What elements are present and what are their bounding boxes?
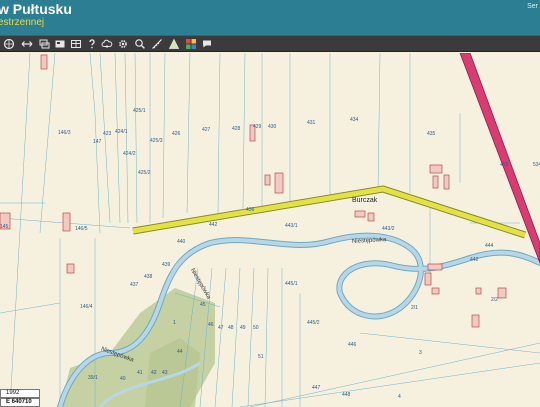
parcel-label: 3: [419, 350, 422, 356]
parcel-label: 39/1: [88, 375, 98, 381]
parcel-label: 455: [500, 162, 509, 168]
parcel-label: 41: [137, 370, 143, 376]
parcel-label: 146/3: [58, 130, 71, 136]
parcel-label: 429: [253, 124, 262, 130]
parcel-label: 442: [470, 257, 479, 263]
parcel-label: 146/4: [80, 304, 93, 310]
parcel-label: 47: [218, 325, 224, 331]
app-subtitle: estrzennej: [0, 17, 45, 28]
parcel-label: 426: [172, 131, 181, 137]
parcel-label: 443/1: [285, 223, 298, 229]
parcel-label: 442: [209, 222, 218, 228]
parcel-label: 48: [228, 325, 234, 331]
parcel-label: 425/3: [150, 138, 163, 144]
parcel-label: 428: [232, 126, 241, 132]
parcel-label: 1: [173, 320, 176, 326]
fit-width-icon[interactable]: [20, 37, 34, 51]
cloud-icon[interactable]: [100, 37, 114, 51]
parcel-label: 46: [208, 322, 214, 328]
coordinate-readout: E 640710: [0, 398, 40, 407]
parcel-label: 425/2: [138, 170, 151, 176]
layers-icon[interactable]: [37, 37, 51, 51]
main-road[interactable]: [459, 53, 540, 264]
parcel-label: 146/5: [75, 226, 88, 232]
parcel-label: 438: [144, 274, 153, 280]
parcel-label: 145: [0, 224, 9, 230]
parcel-label: 431: [307, 120, 316, 126]
header-right-label: Ser: [527, 3, 538, 10]
parcel-label: 44: [177, 349, 183, 355]
parcel-label: 430: [268, 124, 277, 130]
parcel-label: 439: [162, 262, 171, 268]
parcel-label: 434: [350, 117, 359, 123]
parcel-label: 2/2: [491, 297, 498, 303]
speech-bubble-icon[interactable]: [200, 37, 214, 51]
scale-field[interactable]: 1992: [0, 389, 40, 398]
app-header: w Pułtusku estrzennej Ser: [0, 0, 540, 35]
parcel-label: 446: [348, 342, 357, 348]
parcel-label: 425/1: [133, 108, 146, 114]
parcel-label: 423: [103, 131, 112, 137]
parcel-label: 448: [342, 392, 351, 398]
parcel-label: 445/1: [285, 281, 298, 287]
help-icon[interactable]: [85, 37, 99, 51]
parcel-label: 49: [240, 325, 246, 331]
parcel-label: 427: [202, 127, 211, 133]
select-icon[interactable]: [53, 37, 67, 51]
parcel-label: 51: [258, 354, 264, 360]
measure-icon[interactable]: [150, 37, 164, 51]
parcel-label: 437: [130, 282, 139, 288]
parcel-label: 43: [162, 370, 168, 376]
parcel-label: 4: [398, 394, 401, 400]
place-label-burczak: Burczak: [352, 197, 378, 204]
parcel-label: 534: [533, 162, 540, 168]
triangle-icon[interactable]: [167, 37, 181, 51]
parcel-label: 445/2: [307, 320, 320, 326]
globe-icon[interactable]: [2, 37, 16, 51]
parcel-label: 424/1: [115, 129, 128, 135]
parcel-label: 440: [177, 239, 186, 245]
parcel-label: 435: [427, 131, 436, 137]
table-icon[interactable]: [69, 37, 83, 51]
parcel-label: 424/2: [123, 151, 136, 157]
color-grid-icon[interactable]: [184, 37, 198, 51]
parcel-label: 50: [253, 325, 259, 331]
parcel-label: 436: [246, 207, 255, 213]
map-canvas[interactable]: Burczak Niestępówka Niestępówka Niestępó…: [0, 53, 540, 407]
parcel-label: 443/2: [382, 226, 395, 232]
highlighted-road[interactable]: [132, 186, 526, 238]
app-title: w Pułtusku: [0, 1, 72, 17]
parcel-label: 447: [312, 385, 321, 391]
parcel-label: 2/1: [411, 305, 418, 311]
parcel-label: 147: [93, 139, 102, 145]
parcel-label: 444: [485, 243, 494, 249]
parcel-label: 42: [151, 370, 157, 376]
parcel-label: 40: [120, 376, 126, 382]
map-toolbar: [0, 35, 540, 52]
parcel-label: 45: [200, 302, 206, 308]
search-icon[interactable]: [133, 37, 147, 51]
gear-icon[interactable]: [116, 37, 130, 51]
